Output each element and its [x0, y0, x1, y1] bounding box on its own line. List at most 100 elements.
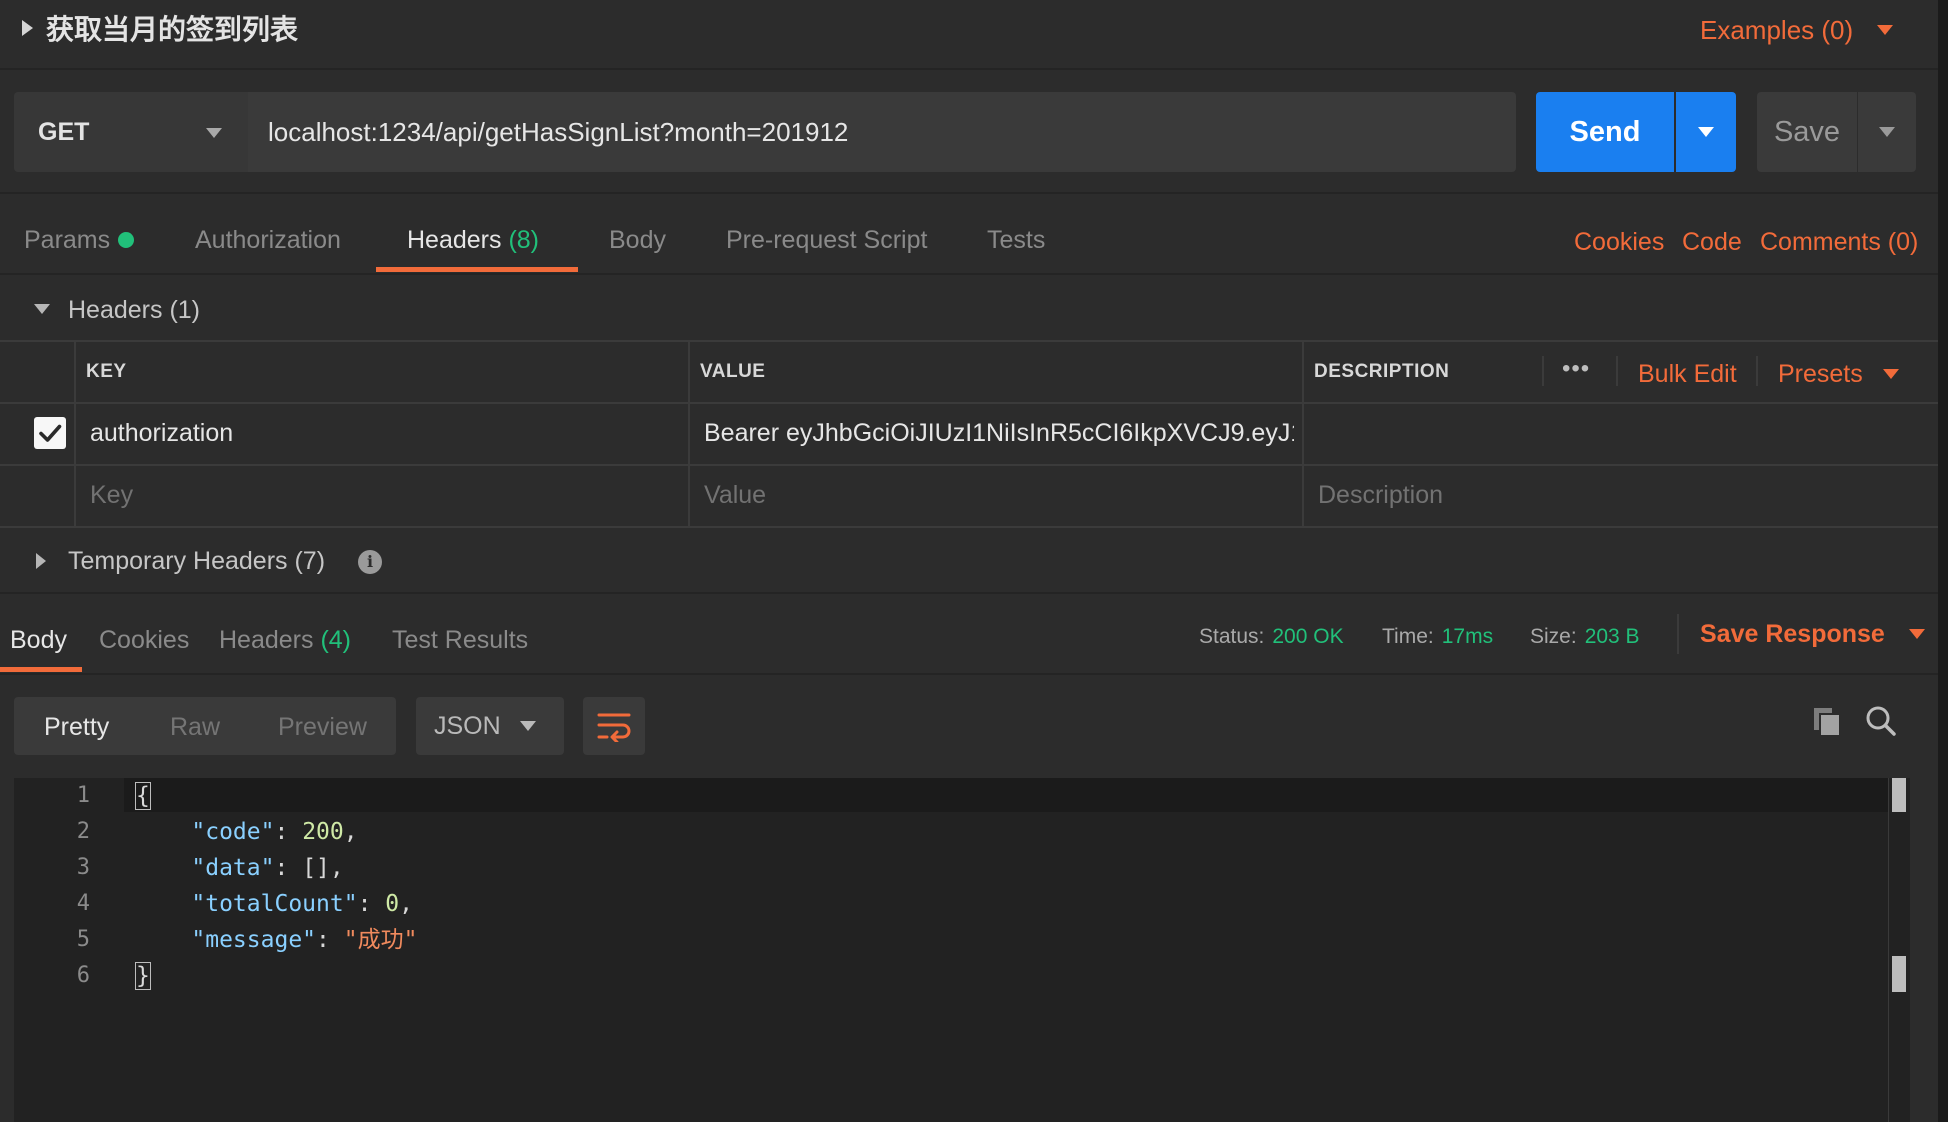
- code-link[interactable]: Code: [1682, 224, 1742, 260]
- view-pretty-button[interactable]: Pretty: [44, 709, 109, 745]
- line-number: 2: [76, 819, 90, 844]
- code-line: "totalCount": 0,: [191, 891, 413, 917]
- scrollbar-marker[interactable]: [1892, 956, 1906, 992]
- info-icon[interactable]: i: [358, 550, 382, 574]
- code-brace: {: [135, 782, 151, 810]
- editor-scrollbar[interactable]: [1888, 778, 1910, 1122]
- new-key-input[interactable]: Key: [90, 477, 133, 513]
- tab-authorization[interactable]: Authorization: [195, 222, 341, 258]
- response-tab-cookies[interactable]: Cookies: [99, 622, 189, 658]
- table-border: [0, 402, 1938, 404]
- chevron-down-icon: [520, 721, 536, 731]
- line-number: 6: [76, 963, 90, 988]
- time-indicator: Time: 17ms: [1382, 620, 1493, 654]
- code-brace: }: [135, 962, 151, 990]
- code-content[interactable]: { "code": 200, "data": [], "totalCount":…: [135, 778, 418, 994]
- cookies-link[interactable]: Cookies: [1574, 224, 1664, 260]
- tab-tests[interactable]: Tests: [987, 222, 1045, 258]
- search-icon-graphic: [1866, 706, 1896, 736]
- search-icon[interactable]: [1864, 704, 1898, 743]
- send-button[interactable]: Send: [1536, 92, 1674, 172]
- response-tab-test-results[interactable]: Test Results: [392, 622, 528, 658]
- column-header-value: VALUE: [700, 361, 766, 382]
- chevron-down-icon: [1698, 127, 1714, 137]
- table-border: [0, 340, 1938, 342]
- collapse-caret-icon[interactable]: [34, 304, 50, 314]
- code-line: "data": [],: [191, 855, 344, 881]
- json-value: "成功": [343, 927, 418, 953]
- scrollbar-marker[interactable]: [1892, 778, 1906, 812]
- response-tab-body[interactable]: Body: [10, 622, 67, 658]
- url-input[interactable]: localhost:1234/api/getHasSignList?month=…: [248, 92, 1516, 172]
- view-preview-button[interactable]: Preview: [278, 709, 367, 745]
- table-border: [0, 464, 1938, 466]
- save-response-label: Save Response: [1700, 620, 1885, 648]
- line-number: 3: [76, 855, 90, 880]
- temporary-headers-title[interactable]: Temporary Headers (7): [68, 543, 325, 579]
- tab-headers[interactable]: Headers (8): [407, 222, 539, 258]
- status-value: 200 OK: [1272, 625, 1344, 648]
- toolbar-divider: [1677, 614, 1679, 654]
- status-indicator: Status: 200 OK: [1199, 620, 1344, 654]
- table-column-divider: [1302, 340, 1304, 528]
- table-border: [0, 526, 1938, 528]
- request-title[interactable]: 获取当月的签到列表: [46, 10, 298, 50]
- expand-caret-icon[interactable]: [36, 553, 46, 569]
- header-key-cell[interactable]: authorization: [90, 415, 233, 451]
- tab-params[interactable]: Params: [24, 222, 110, 258]
- line-number: 1: [76, 783, 90, 808]
- divider: [0, 192, 1938, 194]
- presets-label: Presets: [1778, 360, 1863, 388]
- send-options-button[interactable]: [1676, 92, 1736, 172]
- divider: [0, 673, 1938, 675]
- toolbar-divider: [1616, 356, 1618, 386]
- column-header-key: KEY: [86, 361, 127, 382]
- new-value-input[interactable]: Value: [704, 477, 766, 513]
- line-number: 5: [76, 927, 90, 952]
- save-response-dropdown[interactable]: Save Response: [1700, 616, 1925, 652]
- method-select[interactable]: GET: [14, 92, 248, 172]
- wrap-lines-icon: [597, 713, 631, 742]
- tab-pre-request-script[interactable]: Pre-request Script: [726, 222, 927, 258]
- more-options-icon[interactable]: •••: [1562, 354, 1590, 384]
- line-number-gutter: 1 2 3 4 5 6: [14, 778, 102, 994]
- expand-caret-icon[interactable]: [22, 20, 33, 36]
- chevron-down-icon: [206, 128, 222, 138]
- status-label: Status:: [1199, 625, 1265, 648]
- chevron-down-icon: [1877, 25, 1894, 35]
- comments-link[interactable]: Comments (0): [1760, 224, 1918, 260]
- toolbar-divider: [1756, 356, 1758, 386]
- line-number: 4: [76, 891, 90, 916]
- response-tab-headers[interactable]: Headers (4): [219, 622, 351, 658]
- format-select[interactable]: JSON: [416, 697, 564, 755]
- toolbar-divider: [1542, 356, 1544, 386]
- code-line: "code": 200,: [191, 819, 358, 845]
- headers-section-title[interactable]: Headers (1): [68, 292, 200, 328]
- code-line: }: [135, 958, 417, 994]
- size-indicator: Size: 203 B: [1530, 620, 1640, 654]
- tab-body[interactable]: Body: [609, 222, 666, 258]
- new-description-input[interactable]: Description: [1318, 477, 1443, 513]
- presets-dropdown[interactable]: Presets: [1778, 356, 1899, 392]
- tab-headers-count: (8): [508, 226, 540, 254]
- save-options-button[interactable]: [1858, 92, 1916, 172]
- table-column-divider: [74, 340, 76, 528]
- save-button[interactable]: Save: [1757, 92, 1857, 172]
- examples-dropdown[interactable]: Examples (0): [1700, 10, 1894, 50]
- json-value: []: [302, 855, 330, 881]
- column-header-description: DESCRIPTION: [1314, 361, 1450, 382]
- method-value: GET: [38, 117, 90, 146]
- header-value-cell[interactable]: Bearer eyJhbGciOiJIUzI1NiIsInR5cCI6IkpXV…: [704, 415, 1294, 451]
- header-enabled-checkbox[interactable]: [34, 417, 66, 449]
- wrap-lines-button[interactable]: [583, 697, 645, 755]
- copy-icon[interactable]: [1812, 706, 1842, 743]
- response-tab-headers-label: Headers: [219, 626, 314, 654]
- size-label: Size:: [1530, 625, 1577, 648]
- json-value: 0: [385, 891, 400, 917]
- format-value: JSON: [434, 711, 501, 740]
- view-raw-button[interactable]: Raw: [170, 709, 220, 745]
- chevron-down-icon: [1879, 127, 1895, 137]
- json-key: "data": [191, 855, 275, 881]
- params-indicator-dot: [118, 232, 134, 248]
- bulk-edit-link[interactable]: Bulk Edit: [1638, 356, 1737, 392]
